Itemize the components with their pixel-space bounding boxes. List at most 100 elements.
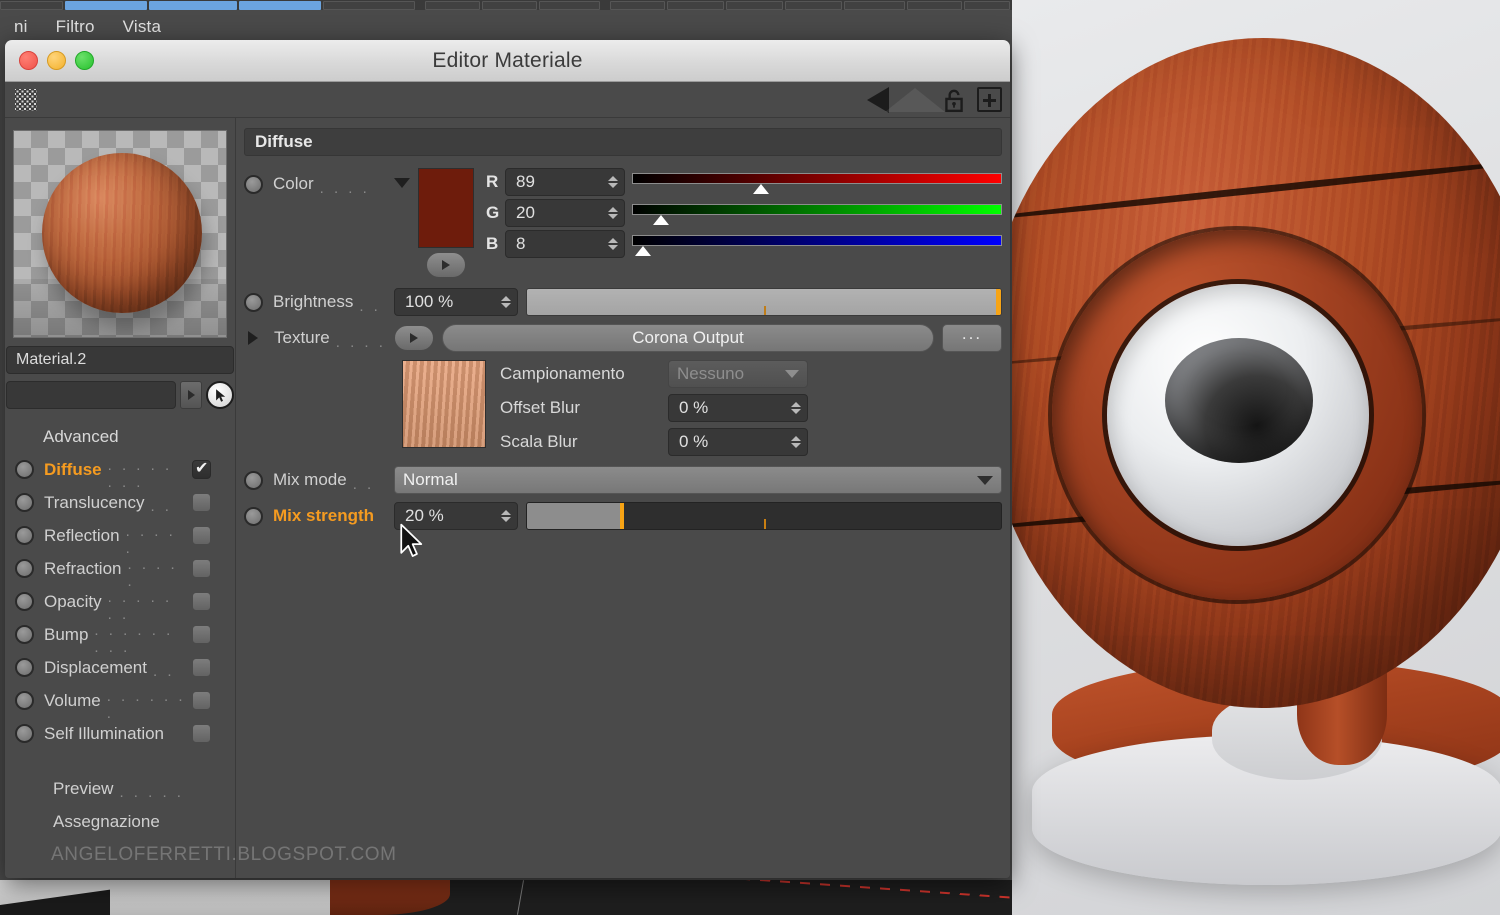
app-top-toolbar[interactable] [0, 0, 1012, 10]
toolbar-segment[interactable] [424, 0, 481, 10]
eyedropper-cursor-icon[interactable] [206, 381, 234, 409]
channel-checkbox[interactable] [192, 458, 211, 479]
mix-strength-handle[interactable] [619, 503, 624, 529]
toolbar-segment[interactable] [609, 0, 665, 10]
offset-blur-input[interactable]: 0 % [668, 394, 808, 422]
menu-item-vista[interactable]: Vista [109, 17, 176, 37]
green-slider-handle[interactable] [652, 215, 669, 225]
chevron-down-icon[interactable] [394, 178, 410, 188]
toolbar-segment[interactable] [844, 0, 905, 10]
sidebar-item-displacement[interactable]: Displacement . . [5, 651, 235, 684]
radio-icon[interactable] [244, 470, 263, 490]
sidebar-item-bump[interactable]: Bump . . . . . . . . . [5, 618, 235, 656]
mix-mode-dropdown[interactable]: Normal [394, 466, 1002, 494]
scale-blur-stepper[interactable] [791, 436, 801, 448]
toolbar-segment-active[interactable] [238, 0, 322, 10]
viewport-strip[interactable] [0, 880, 1012, 915]
sidebar-item-translucency[interactable]: Translucency . . [5, 486, 235, 519]
menu-item-filtro[interactable]: Filtro [42, 17, 109, 37]
sampling-dropdown[interactable]: Nessuno [668, 360, 808, 388]
green-slider[interactable] [632, 200, 1002, 226]
sidebar-item-diffuse[interactable]: Diffuse . . . . . . . . [5, 453, 235, 491]
radio-icon[interactable] [15, 658, 34, 677]
texture-browse-button[interactable]: ... [942, 324, 1002, 352]
color-expand-button[interactable] [426, 252, 466, 278]
mix-strength-slider[interactable] [526, 502, 1002, 530]
window-titlebar[interactable]: Editor Materiale [5, 40, 1010, 82]
channel-checkbox[interactable] [192, 592, 211, 611]
app-menubar[interactable]: ni Filtro Vista [0, 11, 1012, 43]
toolbar-segment-active[interactable] [64, 0, 148, 10]
mix-strength-stepper[interactable] [501, 510, 511, 522]
texture-thumbnail[interactable] [402, 360, 486, 448]
menu-item-0[interactable]: ni [0, 17, 42, 37]
toolbar-segment[interactable] [0, 0, 63, 10]
grip-handle-icon[interactable] [15, 88, 37, 111]
material-editor-window[interactable]: Editor Materiale Material.2 Advanced Dif… [5, 40, 1010, 878]
radio-icon[interactable] [15, 691, 34, 710]
brightness-slider[interactable] [526, 288, 1002, 316]
add-icon[interactable] [977, 87, 1002, 112]
radio-icon[interactable] [15, 493, 34, 512]
blue-slider[interactable] [632, 231, 1002, 257]
radio-icon[interactable] [244, 292, 263, 312]
material-secondary-input[interactable] [6, 381, 176, 409]
chevron-right-icon[interactable] [248, 331, 258, 345]
channel-checkbox[interactable] [192, 691, 211, 710]
channel-checkbox[interactable] [192, 493, 211, 512]
sidebar-item-volume[interactable]: Volume . . . . . . . [5, 684, 235, 722]
toolbar-segment[interactable] [539, 0, 601, 10]
sidebar-item-refraction[interactable]: Refraction . . . . . [5, 552, 235, 590]
channel-checkbox[interactable] [192, 724, 211, 743]
channel-checkbox[interactable] [192, 625, 211, 644]
channel-label: Volume [44, 690, 101, 710]
radio-icon[interactable] [15, 526, 34, 545]
channel-checkbox[interactable] [192, 658, 211, 677]
sidebar-item-assegnazione[interactable]: Assegnazione [5, 805, 235, 838]
red-input[interactable]: 89 [505, 168, 625, 196]
color-swatch[interactable] [418, 168, 474, 248]
radio-icon[interactable] [244, 506, 263, 526]
blue-stepper[interactable] [608, 238, 618, 250]
red-slider[interactable] [632, 169, 1002, 195]
sidebar-item-self-illumination[interactable]: Self Illumination [5, 717, 235, 750]
radio-icon[interactable] [15, 559, 34, 578]
radio-icon[interactable] [244, 174, 263, 194]
expand-arrow-button[interactable] [180, 381, 202, 409]
texture-shader-button[interactable]: Corona Output [442, 324, 934, 352]
toolbar-segment[interactable] [725, 0, 783, 10]
toolbar-segment[interactable] [323, 0, 416, 10]
sidebar-item-preview[interactable]: Preview . . . . . [5, 772, 235, 805]
toolbar-segment[interactable] [906, 0, 962, 10]
lock-open-icon[interactable] [941, 87, 967, 113]
toolbar-segment[interactable] [784, 0, 842, 10]
radio-icon[interactable] [15, 460, 34, 479]
toolbar-segment[interactable] [666, 0, 724, 10]
radio-icon[interactable] [15, 724, 34, 743]
channel-checkbox[interactable] [192, 526, 211, 545]
material-name-input[interactable]: Material.2 [6, 346, 234, 374]
toolbar-segment[interactable] [482, 0, 538, 10]
brightness-input[interactable]: 100 % [394, 288, 518, 316]
channel-checkbox[interactable] [192, 559, 211, 578]
sidebar-item-opacity[interactable]: Opacity . . . . . . . [5, 585, 235, 623]
red-slider-handle[interactable] [753, 184, 770, 194]
brightness-stepper[interactable] [501, 296, 511, 308]
green-input[interactable]: 20 [505, 199, 625, 227]
scale-blur-input[interactable]: 0 % [668, 428, 808, 456]
green-stepper[interactable] [608, 207, 618, 219]
forward-arrow-icon[interactable] [885, 87, 945, 112]
radio-icon[interactable] [15, 625, 34, 644]
toolbar-segment[interactable] [963, 0, 1011, 10]
brightness-slider-handle[interactable] [996, 289, 1001, 315]
material-preview[interactable] [13, 130, 227, 338]
red-stepper[interactable] [608, 176, 618, 188]
blue-input[interactable]: 8 [505, 230, 625, 258]
editor-toolbar[interactable] [5, 82, 1010, 118]
offset-blur-stepper[interactable] [791, 402, 801, 414]
sidebar-item-reflection[interactable]: Reflection . . . . . [5, 519, 235, 557]
radio-icon[interactable] [15, 592, 34, 611]
blue-slider-handle[interactable] [635, 246, 652, 256]
toolbar-segment-active[interactable] [149, 0, 237, 10]
texture-expand-button[interactable] [394, 325, 434, 351]
